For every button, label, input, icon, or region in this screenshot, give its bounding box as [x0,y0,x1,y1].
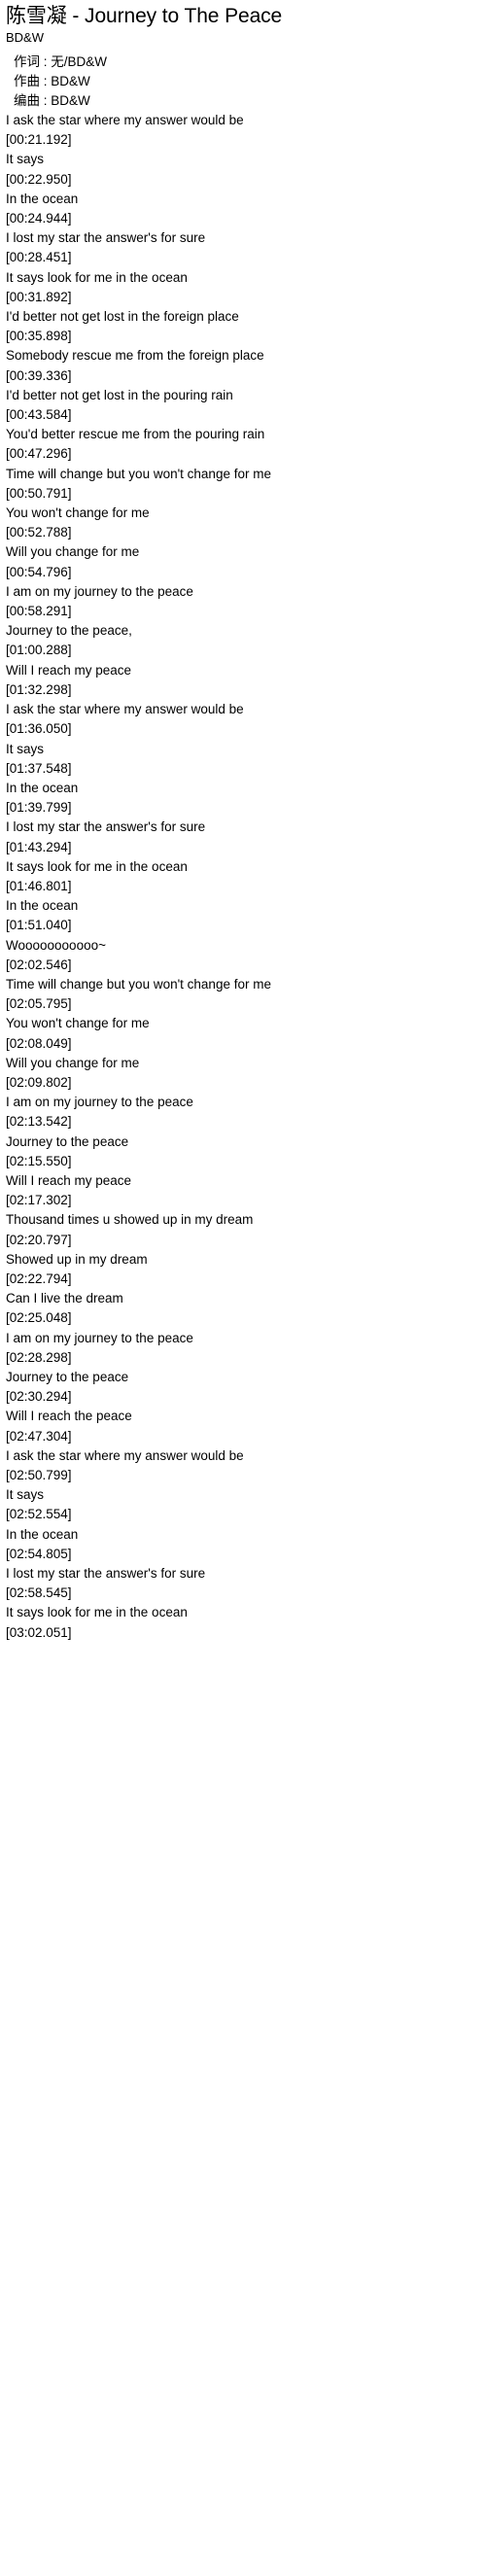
lyric-timestamp: [00:52.788] [6,525,72,540]
lyric-timestamp: [00:24.944] [6,211,72,226]
lyric-line: You won't change for me [6,1016,150,1031]
artist-name: BD&W [6,30,44,45]
lyric-timestamp: [00:50.791] [6,485,72,501]
lyric-timestamp: [03:02.051] [6,1624,72,1640]
lyric-line: Will I reach my peace [6,662,132,678]
lyric-line: In the ocean [6,780,79,795]
lyric-timestamp: [02:54.805] [6,1546,72,1561]
lyric-timestamp: [00:31.892] [6,289,72,304]
lyric-line: Will I reach my peace [6,1172,132,1188]
lyric-timestamp: [01:51.040] [6,918,72,933]
song-header: 陈雪凝 - Journey to The Peace BD&W [0,0,486,47]
lyric-timestamp: [02:30.294] [6,1389,72,1405]
lyric-line: I lost my star the answer's for sure [6,230,206,246]
credits-block: 作词 : 无/BD&W 作曲 : BD&W 编曲 : BD&W [0,52,486,111]
lyric-timestamp: [00:22.950] [6,171,72,187]
lyric-timestamp: [01:46.801] [6,878,72,893]
lyric-timestamp: [00:47.296] [6,446,72,462]
lyric-line: I'd better not get lost in the foreign p… [6,309,239,325]
lyric-line: It says [6,1487,45,1503]
lyric-line: In the ocean [6,191,79,206]
lyric-line: It says look for me in the ocean [6,858,188,874]
lyric-timestamp: [02:50.799] [6,1468,72,1483]
lyric-line: It says [6,741,45,756]
lyric-line: I ask the star where my answer would be [6,1447,244,1463]
lyric-line: Can I live the dream [6,1291,123,1306]
lyric-timestamp: [02:58.545] [6,1585,72,1601]
lyric-timestamp: [02:52.554] [6,1507,72,1522]
lyric-line: I'd better not get lost in the pouring r… [6,387,233,402]
lyric-timestamp: [02:25.048] [6,1310,72,1326]
lyric-timestamp: [02:09.802] [6,1074,72,1090]
lyric-timestamp: [02:15.550] [6,1153,72,1168]
lyric-timestamp: [01:43.294] [6,839,72,854]
lyric-timestamp: [00:21.192] [6,132,72,148]
lyric-line: In the ocean [6,1526,79,1542]
lyrics-page: 陈雪凝 - Journey to The Peace BD&W 作词 : 无/B… [0,0,486,1740]
page-title: 陈雪凝 - Journey to The Peace [6,5,283,27]
lyric-timestamp: [02:08.049] [6,1035,72,1051]
lyric-timestamp: [01:36.050] [6,721,72,737]
lyric-timestamp: [00:43.584] [6,407,72,423]
lyric-line: Will I reach the peace [6,1409,132,1424]
lyric-timestamp: [00:28.451] [6,250,72,265]
lyric-line: I lost my star the answer's for sure [6,1566,206,1582]
bottom-spacer [0,1643,486,1740]
lyric-line: Will you change for me [6,1055,140,1070]
credit-line: 作曲 : BD&W [14,74,90,88]
lyric-line: Thousand times u showed up in my dream [6,1212,254,1228]
lyric-timestamp: [01:39.799] [6,800,72,816]
lyric-line: It says look for me in the ocean [6,269,188,285]
lyric-line: Journey to the peace, [6,623,132,639]
lyric-line: Will you change for me [6,544,140,560]
lyric-line: I am on my journey to the peace [6,1330,193,1345]
lyric-timestamp: [02:20.797] [6,1232,72,1247]
lyric-line: You'd better rescue me from the pouring … [6,427,265,442]
lyric-line: You won't change for me [6,505,150,521]
lyric-line: Wooooooooooo~ [6,937,106,953]
lyric-line: I ask the star where my answer would be [6,702,244,717]
lyric-timestamp: [01:32.298] [6,681,72,697]
lyric-line: Showed up in my dream [6,1251,148,1267]
lyric-line: I lost my star the answer's for sure [6,819,206,835]
lyric-timestamp: [00:58.291] [6,604,72,619]
lyric-timestamp: [02:02.546] [6,957,72,972]
lyric-line: In the ocean [6,898,79,914]
lyric-timestamp: [01:00.288] [6,643,72,658]
lyric-timestamp: [00:35.898] [6,329,72,344]
lyric-line: Time will change but you won't change fo… [6,976,271,992]
lyric-line: I am on my journey to the peace [6,583,193,599]
lyric-line: I ask the star where my answer would be [6,113,244,127]
lyric-timestamp: [02:13.542] [6,1114,72,1130]
lyric-line: Time will change but you won't change fo… [6,466,271,481]
lyric-line: I am on my journey to the peace [6,1095,193,1110]
credit-line: 作词 : 无/BD&W [14,54,108,69]
lyric-line: Journey to the peace [6,1370,129,1384]
lyric-timestamp: [02:28.298] [6,1349,72,1365]
credit-line: 编曲 : BD&W [14,93,90,108]
lyric-timestamp: [02:17.302] [6,1193,72,1208]
lyrics-list: I ask the star where my answer would be [… [0,111,486,1643]
lyric-timestamp: [00:54.796] [6,564,72,579]
lyric-timestamp: [02:05.795] [6,996,72,1012]
lyric-timestamp: [02:22.794] [6,1271,72,1286]
lyric-timestamp: [00:39.336] [6,367,72,383]
lyric-line: It says [6,152,45,167]
lyric-line: Somebody rescue me from the foreign plac… [6,348,264,364]
lyric-line: It says look for me in the ocean [6,1605,188,1620]
lyric-timestamp: [01:37.548] [6,760,72,776]
lyric-line: Journey to the peace [6,1133,129,1149]
lyric-timestamp: [02:47.304] [6,1428,72,1444]
